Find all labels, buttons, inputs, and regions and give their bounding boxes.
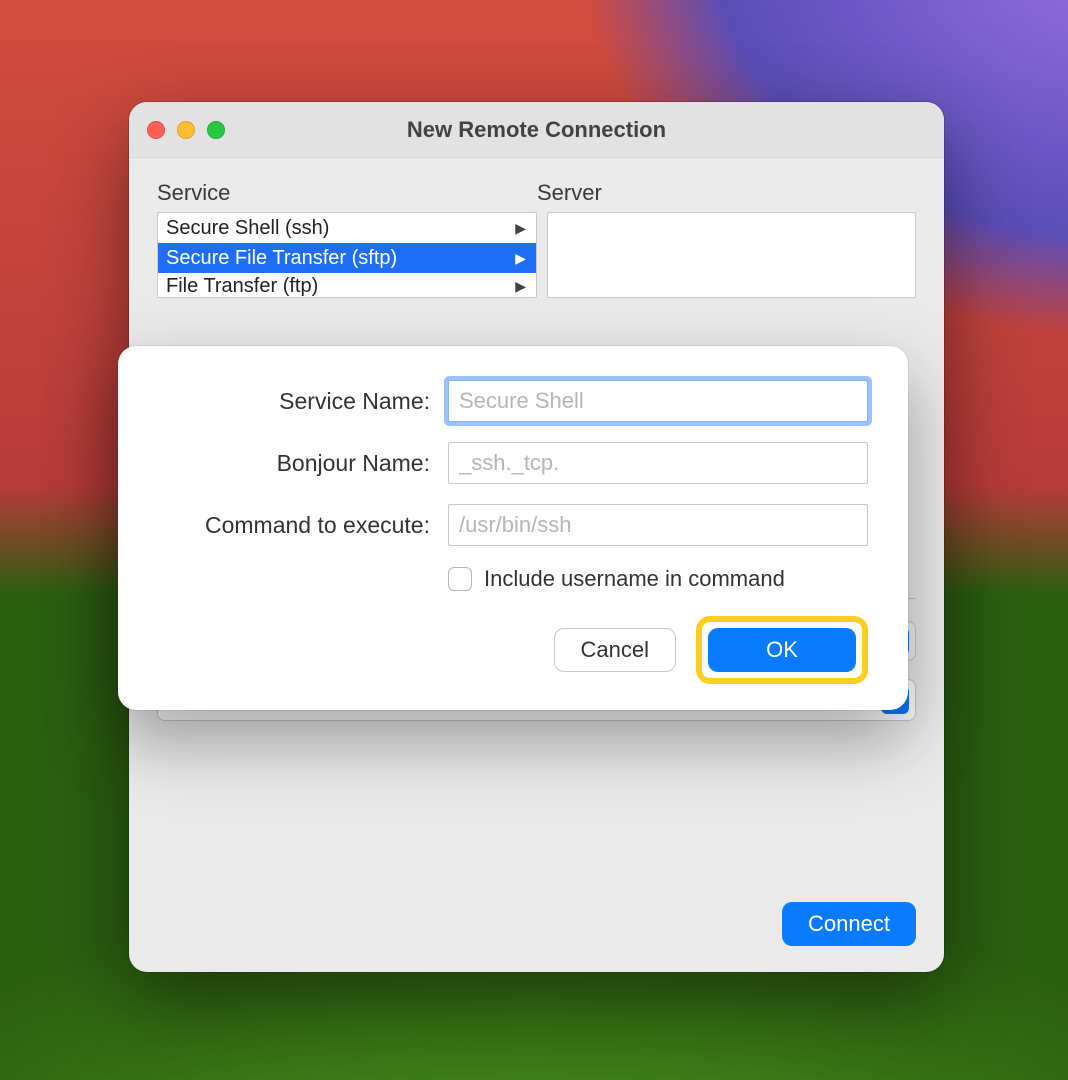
titlebar: New Remote Connection bbox=[129, 102, 944, 158]
connect-button[interactable]: Connect bbox=[782, 902, 916, 946]
disclosure-triangle-icon: ▶ bbox=[515, 278, 526, 295]
server-listbox[interactable] bbox=[547, 212, 916, 298]
service-item-sftp[interactable]: Secure File Transfer (sftp) ▶ bbox=[158, 243, 536, 273]
cancel-button[interactable]: Cancel bbox=[554, 628, 676, 672]
ok-button[interactable]: OK bbox=[708, 628, 856, 672]
service-listbox[interactable]: Secure Shell (ssh) ▶ Secure File Transfe… bbox=[157, 212, 537, 298]
service-name-input[interactable] bbox=[448, 380, 868, 422]
window-footer: Connect bbox=[157, 862, 916, 946]
sheet-buttons: Cancel OK bbox=[158, 616, 868, 684]
include-username-checkbox[interactable] bbox=[448, 567, 472, 591]
service-item-label: Secure File Transfer (sftp) bbox=[166, 247, 397, 270]
column-headers: Service Server bbox=[157, 180, 916, 206]
window-title: New Remote Connection bbox=[129, 117, 944, 143]
list-panes: Secure Shell (ssh) ▶ Secure File Transfe… bbox=[157, 212, 916, 298]
service-item-label: Secure Shell (ssh) bbox=[166, 217, 329, 240]
disclosure-triangle-icon: ▶ bbox=[515, 250, 526, 267]
command-input[interactable] bbox=[448, 504, 868, 546]
service-name-label: Service Name: bbox=[158, 388, 448, 415]
service-name-row: Service Name: bbox=[158, 380, 868, 422]
service-item-ssh[interactable]: Secure Shell (ssh) ▶ bbox=[158, 213, 536, 243]
include-username-row: Include username in command bbox=[448, 566, 868, 592]
bonjour-name-row: Bonjour Name: bbox=[158, 442, 868, 484]
server-column-header: Server bbox=[537, 180, 916, 206]
bonjour-name-input[interactable] bbox=[448, 442, 868, 484]
bonjour-name-label: Bonjour Name: bbox=[158, 450, 448, 477]
disclosure-triangle-icon: ▶ bbox=[515, 220, 526, 237]
desktop-background: New Remote Connection Service Server Sec… bbox=[0, 0, 1068, 1080]
command-row: Command to execute: bbox=[158, 504, 868, 546]
service-item-label: File Transfer (ftp) bbox=[166, 275, 318, 298]
service-column-header: Service bbox=[157, 180, 537, 206]
include-username-label: Include username in command bbox=[484, 566, 785, 592]
service-item-ftp[interactable]: File Transfer (ftp) ▶ bbox=[158, 273, 536, 298]
command-label: Command to execute: bbox=[158, 512, 448, 539]
service-details-sheet: Service Name: Bonjour Name: Command to e… bbox=[118, 346, 908, 710]
ok-button-highlight: OK bbox=[696, 616, 868, 684]
